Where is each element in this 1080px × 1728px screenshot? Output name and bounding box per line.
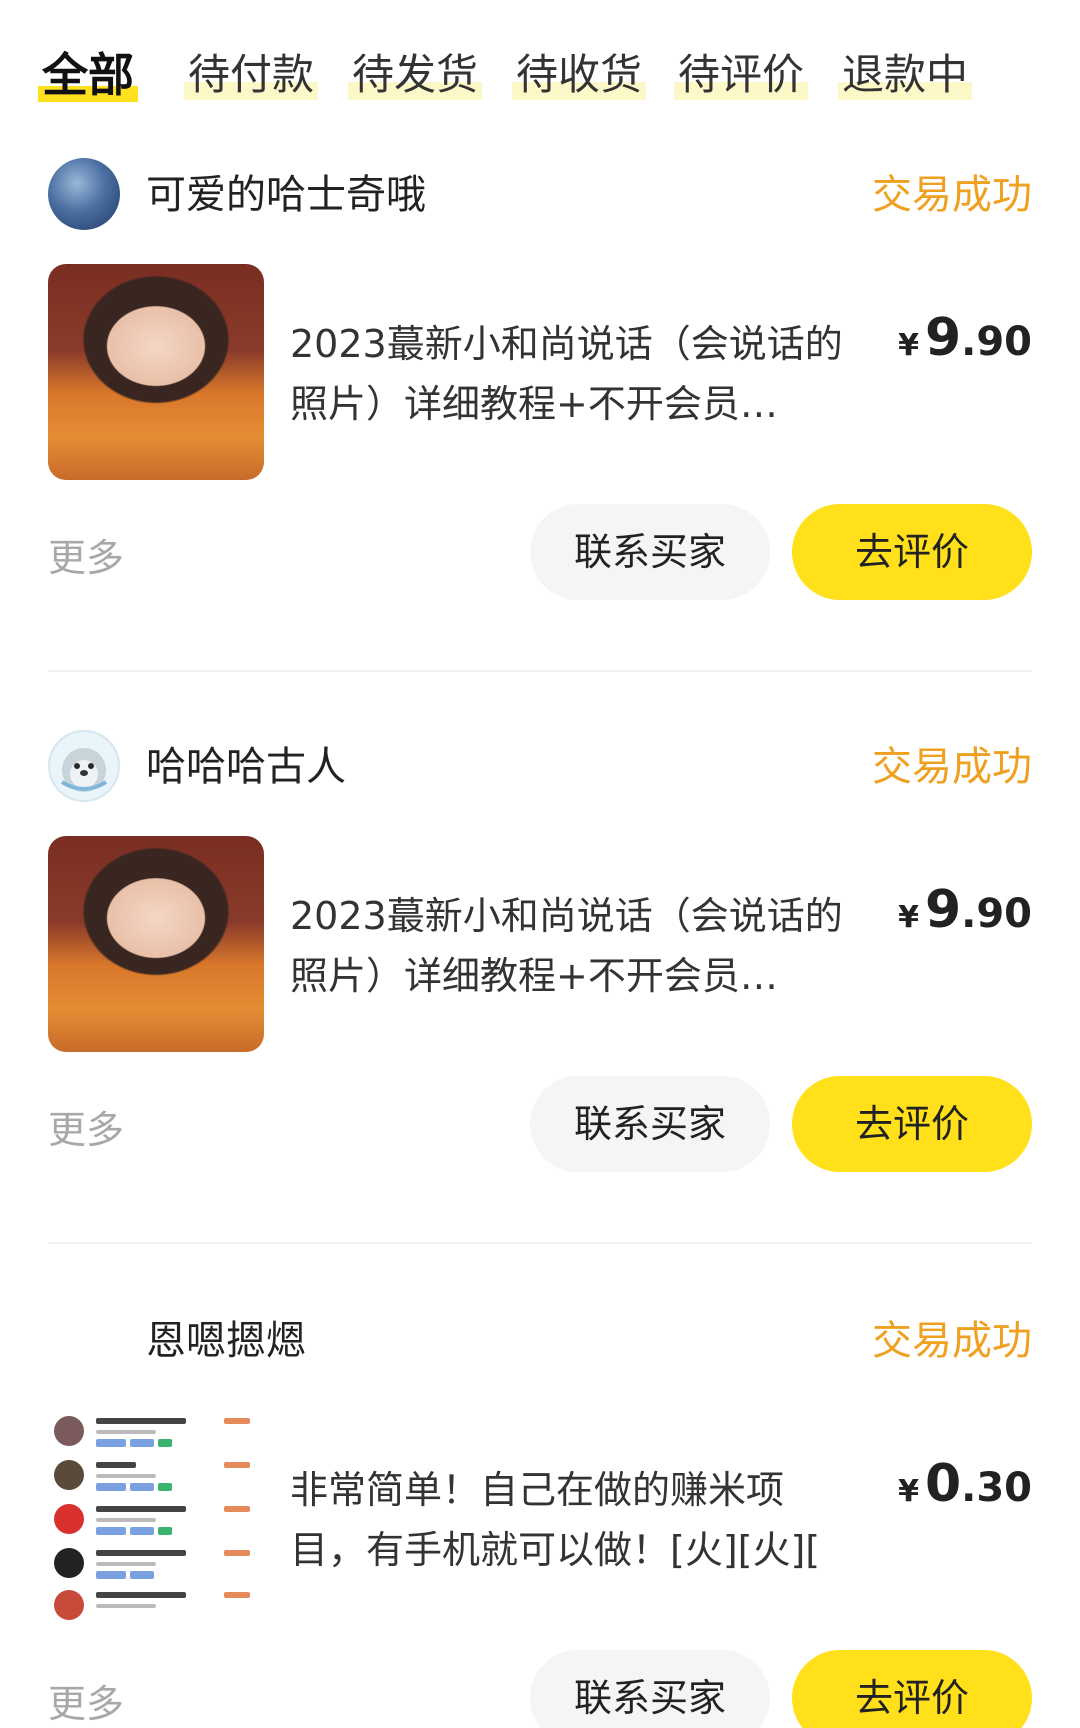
tab-label: 待收货: [516, 50, 643, 99]
seller-name[interactable]: 可爱的哈士奇哦: [146, 158, 426, 232]
contact-buyer-button[interactable]: 联系买家: [530, 1650, 770, 1728]
tab-all[interactable]: 全部: [38, 40, 138, 110]
seller-name[interactable]: 哈哈哈古人: [146, 730, 346, 804]
thumb-tag: [96, 1571, 126, 1579]
order-status: 交易成功: [872, 1318, 1032, 1364]
tab-label: 全部: [42, 48, 134, 102]
thumb-tag: [96, 1527, 126, 1535]
thumb-avatar: [54, 1504, 84, 1534]
thumb-line: [96, 1550, 186, 1556]
thumb-list-item: [54, 1416, 254, 1456]
seller-avatar[interactable]: [48, 730, 120, 802]
thumb-tag: [96, 1483, 126, 1491]
thumb-tag: [130, 1483, 154, 1491]
thumb-avatar: [54, 1548, 84, 1578]
tab-pending-receipt[interactable]: 待收货: [512, 40, 647, 110]
price-symbol: ¥: [898, 900, 919, 935]
thumb-line: [96, 1474, 156, 1478]
order-card: 可爱的哈士奇哦 交易成功 2023蕞新小和尚说话（会说话的照片）详细教程+不开会…: [48, 158, 1032, 638]
thumb-line: [96, 1506, 186, 1512]
product-title[interactable]: 2023蕞新小和尚说话（会说话的照片）详细教程+不开会员…: [290, 314, 850, 434]
tab-refunding[interactable]: 退款中: [838, 40, 973, 110]
contact-buyer-button[interactable]: 联系买家: [530, 504, 770, 600]
review-button[interactable]: 去评价: [792, 1650, 1032, 1728]
tab-label: 退款中: [842, 50, 969, 99]
product-price: ¥9.90: [898, 308, 1032, 368]
thumb-value: [224, 1418, 250, 1424]
thumb-tag: [158, 1439, 172, 1447]
price-decimal: .30: [961, 1465, 1032, 1511]
price-symbol: ¥: [898, 1474, 919, 1509]
more-button[interactable]: 更多: [48, 1100, 124, 1160]
order-card: 恩嗯摁煾 交易成功 非常简单！自己在做的赚米项目，有手机就可以做！[火][火][…: [48, 1304, 1032, 1728]
product-price: ¥9.90: [898, 880, 1032, 940]
thumb-tag: [96, 1439, 126, 1447]
thumb-line: [96, 1604, 156, 1608]
contact-buyer-button[interactable]: 联系买家: [530, 1076, 770, 1172]
thumb-list-item: [54, 1460, 254, 1500]
price-integer: 9: [924, 308, 962, 368]
price-decimal: .90: [961, 319, 1032, 365]
seller-avatar[interactable]: [48, 1304, 120, 1376]
order-status-tabs: 全部 待付款 待发货 待收货 待评价 退款中: [38, 40, 1080, 110]
tab-pending-shipment[interactable]: 待发货: [348, 40, 483, 110]
tab-pending-payment[interactable]: 待付款: [184, 40, 319, 110]
divider: [48, 670, 1032, 672]
tab-label: 待付款: [188, 50, 315, 99]
product-title[interactable]: 2023蕞新小和尚说话（会说话的照片）详细教程+不开会员…: [290, 886, 850, 1006]
seller-avatar[interactable]: [48, 158, 120, 230]
product-image[interactable]: [48, 264, 264, 480]
more-button[interactable]: 更多: [48, 1674, 124, 1728]
thumb-value: [224, 1550, 250, 1556]
seal-avatar-icon: [60, 748, 108, 792]
seller-name[interactable]: 恩嗯摁煾: [146, 1304, 306, 1378]
thumb-list-item: [54, 1548, 254, 1588]
tab-label: 待发货: [352, 50, 479, 99]
product-image[interactable]: [48, 836, 264, 1052]
order-card: 哈哈哈古人 交易成功 2023蕞新小和尚说话（会说话的照片）详细教程+不开会员……: [48, 730, 1032, 1210]
order-header: 可爱的哈士奇哦 交易成功: [48, 158, 1032, 232]
price-integer: 0: [924, 1454, 962, 1514]
thumb-tag: [130, 1527, 154, 1535]
order-list-page: 全部 待付款 待发货 待收货 待评价 退款中 可爱的哈士奇哦 交易成功 2023…: [0, 0, 1080, 1728]
product-image[interactable]: [48, 1410, 264, 1626]
thumb-avatar: [54, 1460, 84, 1490]
thumb-value: [224, 1506, 250, 1512]
thumb-line: [96, 1462, 136, 1468]
thumb-tag: [158, 1527, 172, 1535]
thumb-line: [96, 1562, 156, 1566]
thumb-avatar: [54, 1416, 84, 1446]
thumb-line: [96, 1592, 186, 1598]
thumb-line: [96, 1430, 156, 1434]
thumb-line: [96, 1518, 156, 1522]
price-decimal: .90: [961, 891, 1032, 937]
tab-label: 待评价: [678, 50, 805, 99]
price-symbol: ¥: [898, 328, 919, 363]
tab-pending-review[interactable]: 待评价: [674, 40, 809, 110]
order-header: 哈哈哈古人 交易成功: [48, 730, 1032, 804]
review-button[interactable]: 去评价: [792, 504, 1032, 600]
thumb-line: [96, 1418, 186, 1424]
thumb-tag: [130, 1439, 154, 1447]
thumb-list-item: [54, 1590, 254, 1626]
thumb-list-item: [54, 1504, 254, 1544]
thumb-value: [224, 1462, 250, 1468]
divider: [48, 1242, 1032, 1244]
review-button[interactable]: 去评价: [792, 1076, 1032, 1172]
price-integer: 9: [924, 880, 962, 940]
product-price: ¥0.30: [898, 1454, 1032, 1514]
product-title[interactable]: 非常简单！自己在做的赚米项目，有手机就可以做！[火][火][: [290, 1460, 850, 1580]
more-button[interactable]: 更多: [48, 528, 124, 588]
order-header: 恩嗯摁煾 交易成功: [48, 1304, 1032, 1378]
thumb-tag: [158, 1483, 172, 1491]
thumb-value: [224, 1592, 250, 1598]
order-status: 交易成功: [872, 744, 1032, 790]
thumb-avatar: [54, 1590, 84, 1620]
thumb-tag: [130, 1571, 154, 1579]
order-status: 交易成功: [872, 172, 1032, 218]
